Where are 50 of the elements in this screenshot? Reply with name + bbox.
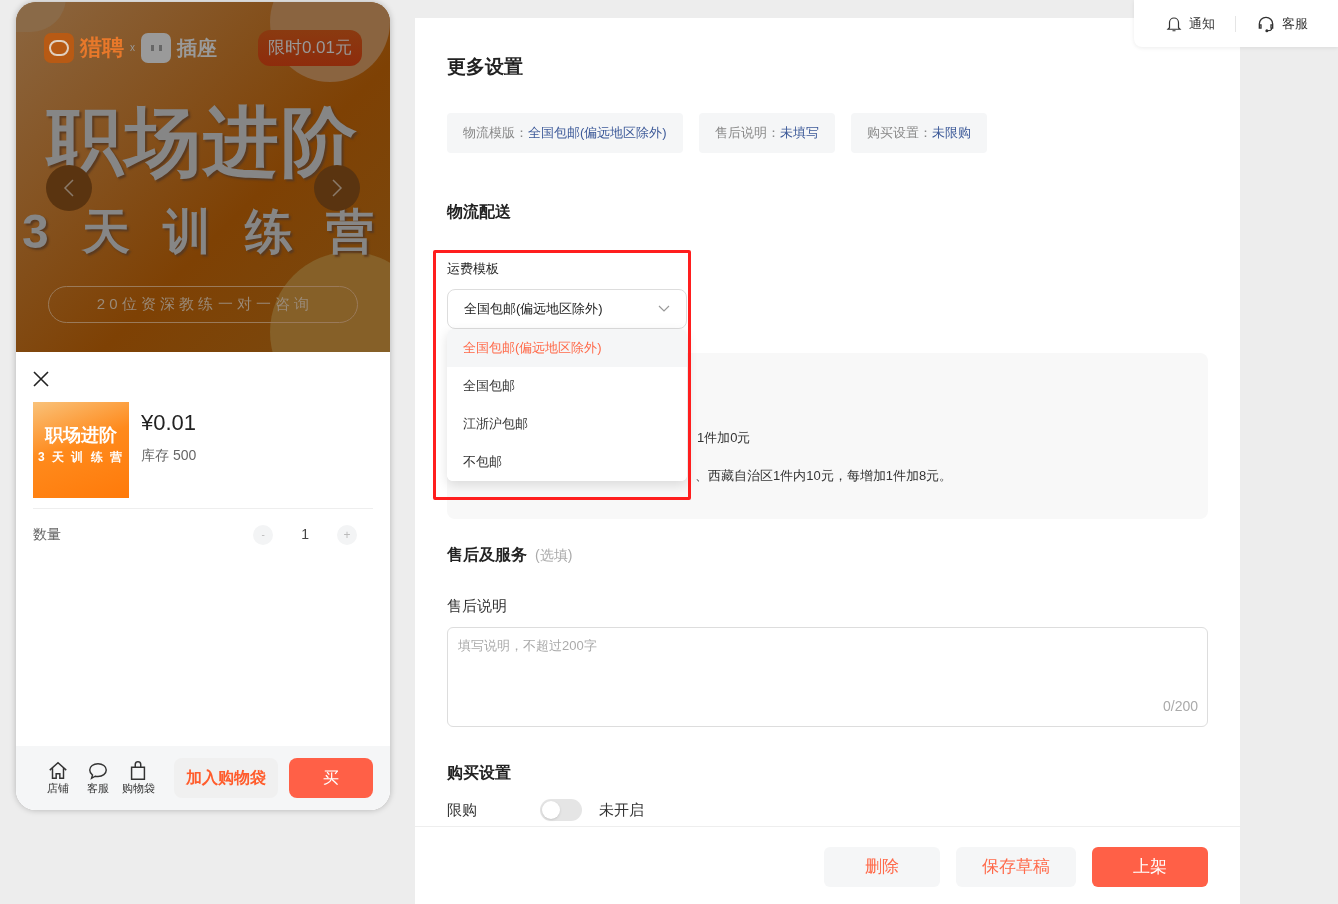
chip-value: 未限购 [931,124,971,143]
chevron-down-icon [658,304,670,313]
close-icon[interactable] [33,371,49,387]
brand-logo-icon [44,32,74,63]
chip-value: 全国包邮(偏远地区除外) [528,124,667,143]
chip-label: 购买设置： [866,124,932,143]
dropdown-option[interactable]: 不包邮 [447,442,687,481]
stock-count: 库存 500 [141,446,197,465]
chip-label: 物流模版： [463,124,528,143]
thumbnail-subtitle: 3 天 训 练 营 [38,451,124,463]
toggle-status: 未开启 [599,800,644,820]
summary-chip[interactable]: 售后说明：未填写 [698,113,835,153]
shipping-template-select[interactable]: 全国包邮(偏远地区除外) [447,288,687,329]
info-text: 1件加0元 [697,428,752,447]
bell-icon [1164,14,1183,33]
section-title: 售后及服务 [447,544,527,565]
field-label: 售后说明 [447,595,508,616]
chip-value: 未填写 [779,124,819,143]
character-counter: 0/200 [1162,697,1198,716]
product-price: ¥0.01 [141,409,197,437]
chevron-left-icon [63,179,75,197]
info-text: 、西藏自治区1件内10元，每增加1件加8元。 [695,466,954,485]
chip-label: 售后说明： [714,124,780,143]
field-label: 运费模板 [447,260,499,278]
toolbar-button[interactable]: 客服 [1255,13,1308,34]
thumbnail-title: 职场进阶 [45,426,117,444]
bottom-nav-item[interactable]: 购物袋 [118,760,158,796]
dropdown-option[interactable]: 江浙沪包邮 [447,404,687,443]
toolbar-button[interactable]: 通知 [1164,13,1215,34]
brand-name: 猎聘 [80,34,124,63]
section-title: 物流配送 [447,202,512,222]
optional-hint: (选填) [535,545,573,565]
chat-bubble-icon [87,760,109,783]
section-title: 购买设置 [447,763,512,783]
bottom-nav-item[interactable]: 店铺 [38,760,78,796]
summary-chip[interactable]: 购买设置：未限购 [850,113,987,153]
chevron-right-icon [331,179,343,197]
bottom-nav-item[interactable]: 客服 [78,760,118,796]
field-label: 限购 [447,800,478,820]
summary-chip[interactable]: 物流模版：全国包邮(偏远地区除外) [447,113,683,153]
brand-separator: x [130,41,135,56]
dropdown-option[interactable]: 全国包邮 [447,366,687,405]
section-title: 更多设置 [447,55,524,79]
limit-toggle[interactable] [540,799,582,822]
socket-logo-icon [141,32,171,63]
promo-badge: 限时0.01元 [257,30,362,66]
quantity-label: 数量 [33,525,61,544]
brand-name: 插座 [177,35,217,61]
quantity-value: 1 [301,525,309,544]
banner-subtitle: 3 天 训 练 营 [21,207,384,256]
